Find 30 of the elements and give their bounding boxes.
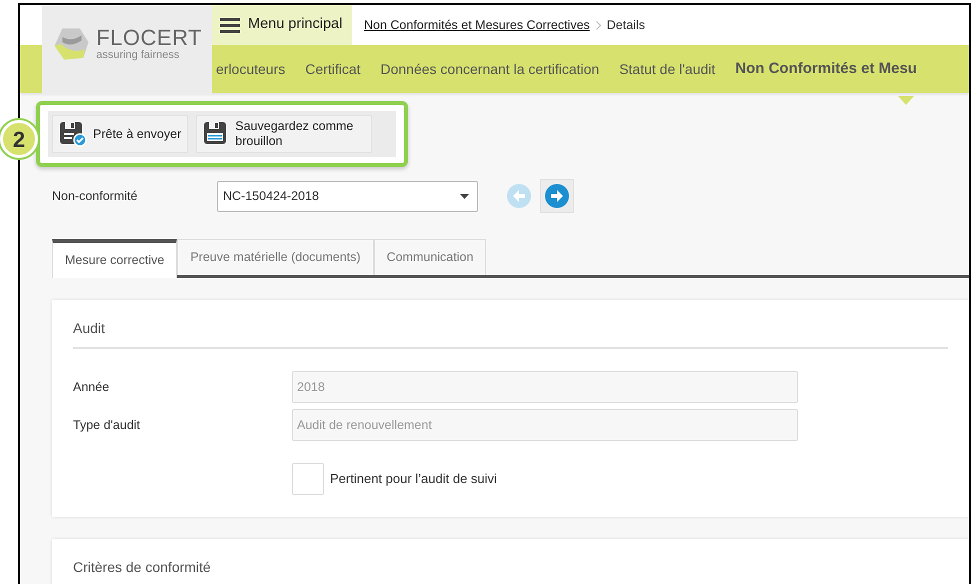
section-title: Audit [73,318,948,349]
save-check-icon [59,121,87,147]
field-label: Type d'audit [73,416,142,434]
field-label: Année [73,378,110,396]
checkbox-label: Pertinent pour l’audit de suivi [330,470,497,488]
nav-tab[interactable]: Non Conformités et Mesu [735,58,917,80]
menu-icon[interactable] [220,17,240,33]
nav-tab[interactable]: erlocuteurs [216,58,286,80]
dropdown-caret-icon [460,194,469,198]
active-tab-pointer [898,96,914,105]
next-button[interactable] [540,179,574,213]
step-number-badge: 2 [0,120,38,158]
nav-tab[interactable]: Données concernant la certification [380,58,600,80]
logo-tagline: assuring fairness [96,48,180,62]
breadcrumb-current: Details [606,16,645,34]
section-title: Critères de conformité [73,557,948,584]
logo-name: FLOCERT [96,26,202,49]
main-menu-button[interactable]: Menu principal [212,5,352,45]
toolbar-button[interactable]: Prête à envoyer [52,115,188,153]
select-field[interactable]: NC-150424-2018 [217,180,478,212]
nav-tab[interactable]: Statut de l'audit [619,58,716,80]
toolbar-button[interactable]: Sauvegardez comme brouillon [196,115,372,153]
checkbox[interactable] [292,463,324,495]
tab[interactable]: Mesure corrective [52,239,178,278]
field-label: Non-conformité [52,188,138,205]
tab[interactable]: Preuve matérielle (documents) [177,239,374,275]
nav-tab[interactable]: Certificat [305,58,360,80]
breadcrumb-link[interactable]: Non Conformités et Mesures Correctives [364,16,590,34]
tab[interactable]: Communication [374,239,486,275]
chevron-separator-icon [596,20,601,30]
